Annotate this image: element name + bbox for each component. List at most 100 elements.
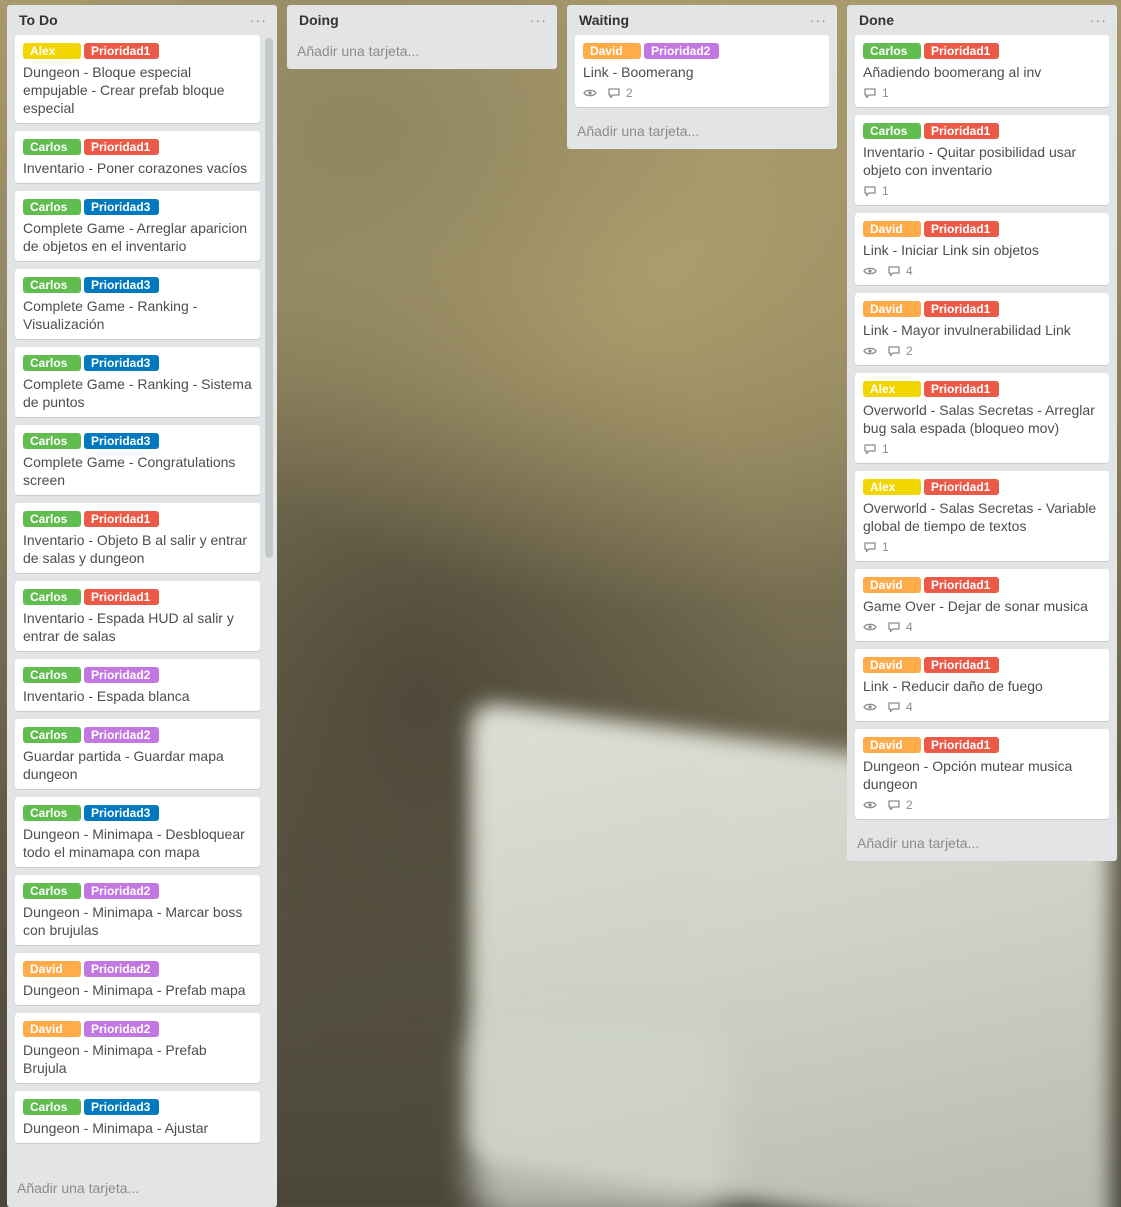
priority-label[interactable]: Prioridad3 xyxy=(84,199,159,215)
member-label[interactable]: David xyxy=(23,961,81,977)
priority-label[interactable]: Prioridad1 xyxy=(924,43,999,59)
member-label[interactable]: Carlos xyxy=(23,805,81,821)
card-title: Inventario - Objeto B al salir y entrar … xyxy=(23,532,248,566)
card[interactable]: David Prioridad2 Dungeon - Minimapa - Pref… xyxy=(15,953,260,1005)
member-label[interactable]: David xyxy=(583,43,641,59)
member-label[interactable]: Carlos xyxy=(23,433,81,449)
member-label[interactable]: Carlos xyxy=(23,883,81,899)
card[interactable]: Carlos Prioridad3 Complete Game - Congratu… xyxy=(15,425,260,495)
list-title[interactable]: To Do xyxy=(19,12,58,28)
add-card-button[interactable]: Añadir una tarjeta... xyxy=(847,827,1117,861)
list-menu-icon[interactable]: ··· xyxy=(810,13,827,27)
list-title[interactable]: Done xyxy=(859,12,894,28)
comment-count: 2 xyxy=(906,798,913,812)
priority-label[interactable]: Prioridad3 xyxy=(84,1099,159,1115)
priority-label[interactable]: Prioridad3 xyxy=(84,433,159,449)
watch-icon xyxy=(863,622,877,632)
list-menu-icon[interactable]: ··· xyxy=(1090,13,1107,27)
card[interactable]: Carlos Prioridad2 Guardar partida - Guarda… xyxy=(15,719,260,789)
card[interactable]: Carlos Prioridad3 Complete Game - Ranking … xyxy=(15,347,260,417)
card[interactable]: Carlos Prioridad3 Complete Game - Arreglar… xyxy=(15,191,260,261)
card[interactable]: David Prioridad1 Link - Mayor invulnerabil… xyxy=(855,293,1109,365)
member-label[interactable]: Carlos xyxy=(23,139,81,155)
card[interactable]: David Prioridad1 Link - Iniciar Link sin o… xyxy=(855,213,1109,285)
comment-icon xyxy=(887,265,901,277)
card[interactable]: Carlos Prioridad1 Inventario - Poner coraz… xyxy=(15,131,260,183)
card[interactable]: Carlos Prioridad2 Dungeon - Minimapa - Mar… xyxy=(15,875,260,945)
priority-label[interactable]: Prioridad2 xyxy=(84,1021,159,1037)
list-menu-icon[interactable]: ··· xyxy=(530,13,547,27)
member-label[interactable]: Alex xyxy=(23,43,81,59)
add-card-button[interactable]: Añadir una tarjeta... xyxy=(287,35,557,69)
list-menu-icon[interactable]: ··· xyxy=(250,13,267,27)
list-title[interactable]: Waiting xyxy=(579,12,629,28)
card[interactable]: Carlos Prioridad2 Inventario - Espada blan… xyxy=(15,659,260,711)
priority-label[interactable]: Prioridad1 xyxy=(924,737,999,753)
member-label[interactable]: David xyxy=(863,737,921,753)
member-label[interactable]: Alex xyxy=(863,479,921,495)
priority-label[interactable]: Prioridad1 xyxy=(84,43,159,59)
card[interactable]: David Prioridad1 Link - Reducir daño de fu… xyxy=(855,649,1109,721)
add-card-button[interactable]: Añadir una tarjeta... xyxy=(567,115,837,149)
card[interactable]: Carlos Prioridad3 Complete Game - Ranking … xyxy=(15,269,260,339)
comments-badge: 2 xyxy=(887,798,913,812)
priority-label[interactable]: Prioridad2 xyxy=(84,727,159,743)
priority-label[interactable]: Prioridad1 xyxy=(84,511,159,527)
list-done: Done ··· Carlos Prioridad1 Añadiendo boomera… xyxy=(847,5,1117,861)
member-label[interactable]: Carlos xyxy=(23,727,81,743)
list-title[interactable]: Doing xyxy=(299,12,339,28)
card[interactable]: Carlos Prioridad1 Inventario - Quitar posi… xyxy=(855,115,1109,205)
card[interactable]: Carlos Prioridad3 Dungeon - Minimapa - Aju… xyxy=(15,1091,260,1143)
card[interactable]: Alex Prioridad1 Dungeon - Bloque especial … xyxy=(15,35,260,123)
member-label[interactable]: Carlos xyxy=(23,589,81,605)
priority-label[interactable]: Prioridad2 xyxy=(84,961,159,977)
priority-label[interactable]: Prioridad1 xyxy=(84,139,159,155)
card[interactable]: David Prioridad1 Dungeon - Opción mutear m… xyxy=(855,729,1109,819)
card-labels: Carlos Prioridad1 xyxy=(23,139,252,155)
card[interactable]: David Prioridad2 Dungeon - Minimapa - Pref… xyxy=(15,1013,260,1083)
member-label[interactable]: Alex xyxy=(863,381,921,397)
priority-label[interactable]: Prioridad2 xyxy=(84,667,159,683)
priority-label[interactable]: Prioridad1 xyxy=(924,657,999,673)
card[interactable]: Carlos Prioridad1 Inventario - Objeto B al… xyxy=(15,503,260,573)
member-label[interactable]: Carlos xyxy=(863,43,921,59)
list-scrollbar[interactable] xyxy=(265,38,273,558)
add-card-button[interactable]: Añadir una tarjeta... xyxy=(7,1172,277,1207)
priority-label[interactable]: Prioridad1 xyxy=(924,221,999,237)
member-label[interactable]: David xyxy=(863,221,921,237)
card-title: Dungeon - Minimapa - Marcar boss con bru… xyxy=(23,904,243,938)
member-label[interactable]: David xyxy=(863,301,921,317)
priority-label[interactable]: Prioridad1 xyxy=(924,381,999,397)
priority-label[interactable]: Prioridad1 xyxy=(924,577,999,593)
priority-label[interactable]: Prioridad2 xyxy=(644,43,719,59)
member-label[interactable]: David xyxy=(23,1021,81,1037)
member-label[interactable]: David xyxy=(863,657,921,673)
list-waiting: Waiting ··· David Prioridad2 Link - Boomeran… xyxy=(567,5,837,149)
priority-label[interactable]: Prioridad1 xyxy=(924,123,999,139)
priority-label[interactable]: Prioridad1 xyxy=(924,301,999,317)
card[interactable]: Alex Prioridad1 Overworld - Salas Secretas… xyxy=(855,373,1109,463)
card-container: David Prioridad2 Link - Boomerang 2 xyxy=(567,35,837,107)
member-label[interactable]: Carlos xyxy=(23,511,81,527)
card-labels: Alex Prioridad1 xyxy=(863,479,1101,495)
card[interactable]: Alex Prioridad1 Overworld - Salas Secretas… xyxy=(855,471,1109,561)
member-label[interactable]: Carlos xyxy=(23,199,81,215)
priority-label[interactable]: Prioridad3 xyxy=(84,805,159,821)
member-label[interactable]: Carlos xyxy=(23,667,81,683)
priority-label[interactable]: Prioridad3 xyxy=(84,355,159,371)
member-label[interactable]: Carlos xyxy=(23,277,81,293)
card[interactable]: David Prioridad1 Game Over - Dejar de sona… xyxy=(855,569,1109,641)
card[interactable]: Carlos Prioridad1 Inventario - Espada HUD … xyxy=(15,581,260,651)
card-title: Link - Boomerang xyxy=(583,64,694,80)
member-label[interactable]: Carlos xyxy=(23,1099,81,1115)
priority-label[interactable]: Prioridad1 xyxy=(924,479,999,495)
card[interactable]: David Prioridad2 Link - Boomerang 2 xyxy=(575,35,829,107)
member-label[interactable]: Carlos xyxy=(863,123,921,139)
priority-label[interactable]: Prioridad2 xyxy=(84,883,159,899)
card[interactable]: Carlos Prioridad1 Añadiendo boomerang al i… xyxy=(855,35,1109,107)
member-label[interactable]: David xyxy=(863,577,921,593)
card[interactable]: Carlos Prioridad3 Dungeon - Minimapa - Des… xyxy=(15,797,260,867)
priority-label[interactable]: Prioridad1 xyxy=(84,589,159,605)
member-label[interactable]: Carlos xyxy=(23,355,81,371)
priority-label[interactable]: Prioridad3 xyxy=(84,277,159,293)
